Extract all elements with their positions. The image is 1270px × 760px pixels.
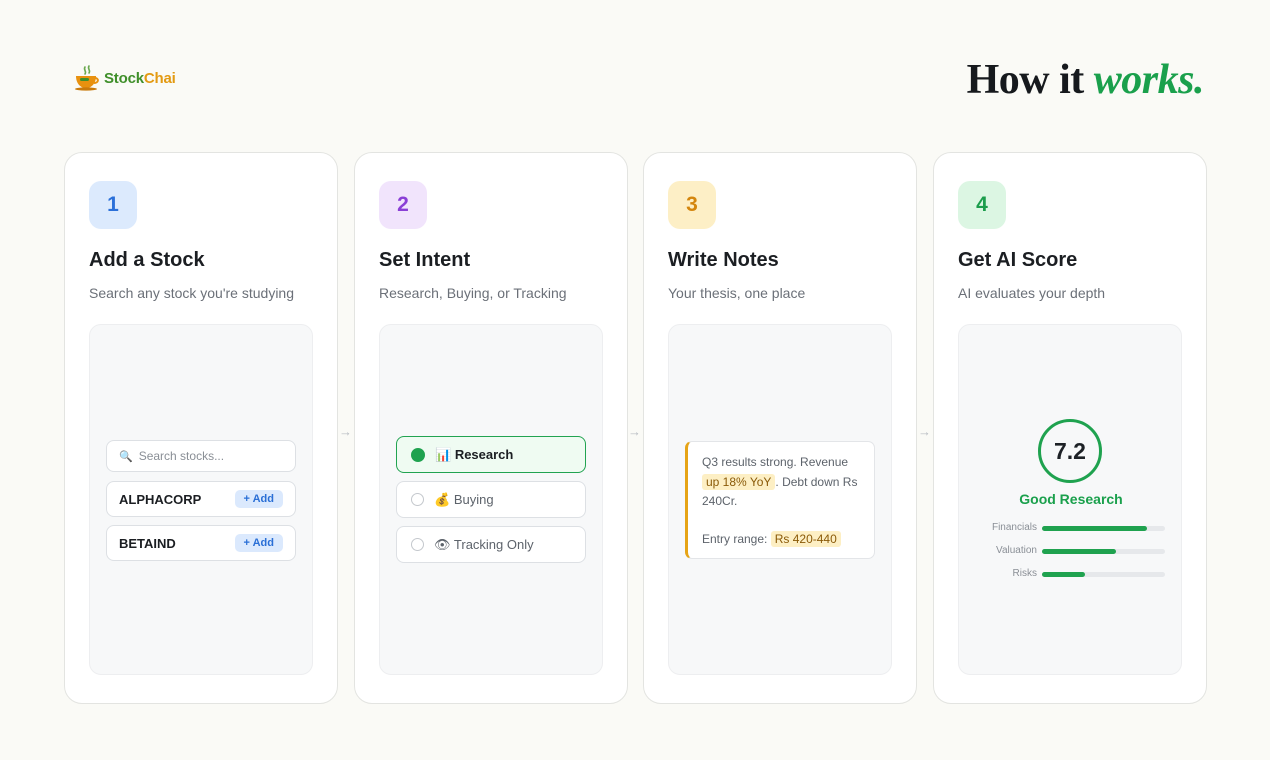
intent-label: Research [454, 446, 514, 462]
score-verdict: Good Research [1019, 491, 1123, 507]
intent-option-research[interactable]: 📊 Research [396, 436, 586, 473]
step-preview-panel: Q3 results strong. Revenue up 18% YoY. D… [668, 324, 892, 675]
page-title: How it works. [966, 57, 1205, 103]
metric-financials: Financials [959, 522, 1183, 536]
brand-name: StockChai [104, 69, 176, 87]
metric-bar-fill [1042, 526, 1147, 531]
step-card-set-intent: 2 Set Intent Research, Buying, or Tracki… [354, 152, 628, 704]
radio-selected-icon [411, 447, 425, 462]
step-number-badge: 3 [668, 181, 716, 229]
search-icon: 🔍 [119, 450, 133, 463]
add-stock-button[interactable]: + Add [234, 490, 283, 508]
radio-unselected-icon [411, 538, 424, 551]
entry-range-highlight: Rs 420-440 [770, 530, 841, 547]
metric-label: Valuation [996, 545, 1037, 556]
step-subtitle: Search any stock you're studying [89, 285, 295, 301]
step-subtitle: Research, Buying, or Tracking [379, 285, 567, 301]
metric-bar-fill [1042, 572, 1086, 577]
chai-cup-icon [75, 65, 99, 91]
step-card-add-stock: 1 Add a Stock Search any stock you're st… [64, 152, 338, 704]
entry-range-label: Entry range: [702, 531, 768, 546]
metric-bar-track [1042, 572, 1165, 577]
step-title: Get AI Score [958, 249, 1078, 271]
ai-score-ring: 7.2 [1038, 419, 1102, 483]
radio-unselected-icon [411, 493, 424, 506]
metric-bar-track [1042, 526, 1165, 531]
step-arrow-icon: → [918, 424, 931, 439]
stock-result-row[interactable]: BETAIND + Add [106, 525, 296, 561]
note-highlight: up 18% YoY [702, 473, 776, 490]
search-placeholder: Search stocks... [138, 449, 225, 463]
intent-option-buying[interactable]: 💰 Buying [396, 481, 586, 518]
intent-label: Tracking Only [453, 536, 534, 552]
metric-label: Risks [1012, 568, 1037, 579]
step-subtitle: Your thesis, one place [668, 285, 806, 301]
brand-logo[interactable]: StockChai [74, 64, 176, 92]
stock-result-row[interactable]: ALPHACORP + Add [106, 481, 296, 517]
eye-icon: 👁 [434, 536, 451, 552]
intent-label: Buying [453, 491, 494, 507]
stock-name: BETAIND [119, 535, 176, 551]
metric-label: Financials [991, 522, 1037, 533]
step-preview-panel: 7.2 Good Research Financials Valuation R… [958, 324, 1182, 675]
add-stock-button[interactable]: + Add [234, 534, 283, 552]
step-title: Write Notes [668, 249, 779, 271]
step-title: Add a Stock [89, 249, 205, 271]
metric-bar-fill [1042, 549, 1116, 554]
step-title: Set Intent [379, 249, 471, 271]
metric-risks: Risks [959, 568, 1183, 582]
note-text: Q3 results strong. Revenue [702, 455, 849, 469]
step-preview-panel: 🔍 Search stocks... ALPHACORP + Add BETAI… [89, 324, 313, 675]
step-arrow-icon: → [628, 424, 641, 439]
chart-icon: 📊 [435, 446, 452, 462]
step-arrow-icon: → [339, 424, 352, 439]
thesis-note[interactable]: Q3 results strong. Revenue up 18% YoY. D… [685, 441, 875, 559]
metric-bar-track [1042, 549, 1165, 554]
step-subtitle: AI evaluates your depth [958, 285, 1106, 301]
search-input[interactable]: 🔍 Search stocks... [106, 440, 296, 472]
step-number-badge: 2 [379, 181, 427, 229]
money-bag-icon: 💰 [434, 491, 451, 507]
step-number-badge: 1 [89, 181, 137, 229]
intent-option-tracking[interactable]: 👁 Tracking Only [396, 526, 586, 563]
step-number-badge: 4 [958, 181, 1006, 229]
metric-valuation: Valuation [959, 545, 1183, 559]
step-preview-panel: 📊 Research 💰 Buying 👁 Tracking Only [379, 324, 603, 675]
step-card-ai-score: 4 Get AI Score AI evaluates your depth 7… [933, 152, 1207, 704]
step-card-write-notes: 3 Write Notes Your thesis, one place Q3 … [643, 152, 917, 704]
stock-name: ALPHACORP [119, 491, 202, 507]
